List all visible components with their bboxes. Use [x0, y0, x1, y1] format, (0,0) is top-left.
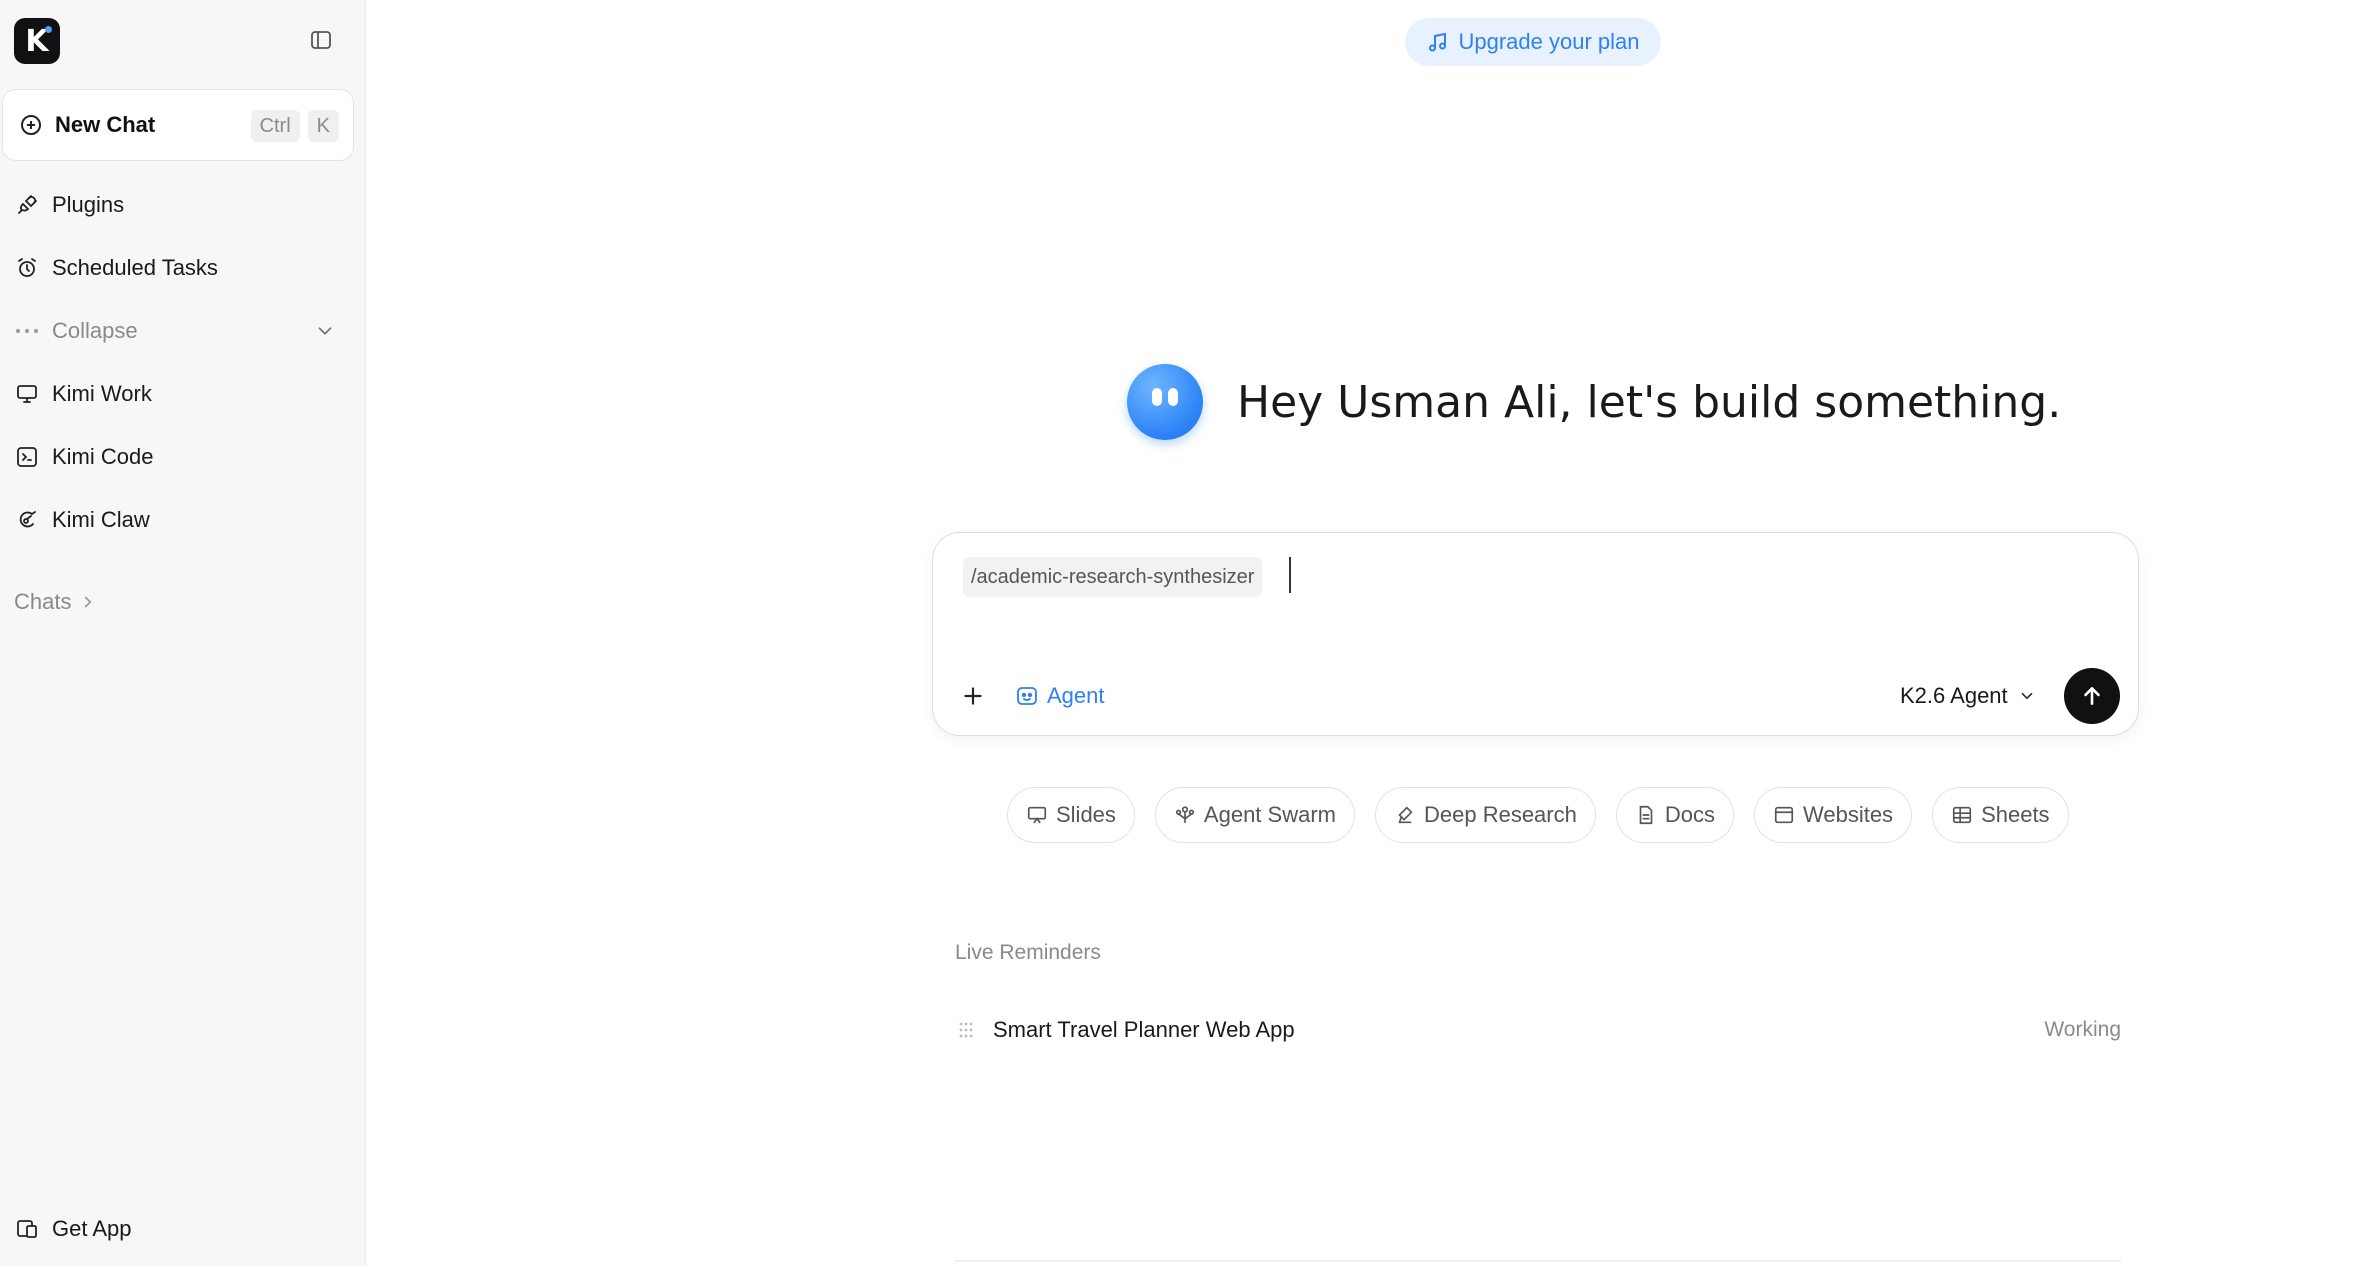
main-content: Upgrade your plan Hey Usman Ali, let's b… — [367, 0, 2376, 1266]
chip-label: Docs — [1664, 802, 1715, 827]
more-dots-icon — [16, 329, 38, 333]
collapse-toggle[interactable]: Collapse — [14, 311, 336, 351]
sidebar-item-label: Scheduled Tasks — [52, 255, 218, 280]
sidebar-toggle-button[interactable] — [306, 25, 336, 55]
claw-icon — [14, 507, 40, 533]
model-label: K2.6 Agent — [1900, 683, 2008, 708]
reminder-title: Smart Travel Planner Web App — [993, 1017, 1295, 1042]
music-note-icon — [1429, 32, 1447, 52]
chip-websites[interactable]: Websites — [1753, 787, 1913, 843]
send-button[interactable] — [2064, 668, 2120, 724]
agent-icon — [1017, 687, 1037, 705]
chevron-down-icon — [2021, 692, 2032, 700]
model-selector[interactable]: K2.6 Agent — [1900, 677, 2036, 715]
chip-label: Websites — [1802, 802, 1894, 827]
reminder-item[interactable]: Smart Travel Planner Web App Working — [955, 1010, 2121, 1050]
alarm-clock-icon — [14, 255, 40, 281]
plus-circle-icon — [21, 115, 41, 135]
sidebar-item-plugins[interactable]: Plugins — [14, 185, 124, 225]
avatar-eye-right — [1168, 388, 1178, 406]
chip-docs[interactable]: Docs — [1615, 787, 1734, 843]
devices-icon — [14, 1216, 40, 1242]
plug-icon — [14, 192, 40, 218]
chip-label: Slides — [1056, 802, 1116, 827]
sidebar: K New Chat Ctrl K Plugins Scheduled Task… — [0, 0, 366, 1266]
live-reminders-heading: Live Reminders — [955, 941, 1101, 964]
chip-slides[interactable]: Slides — [1007, 787, 1135, 843]
sidebar-item-label: Plugins — [52, 192, 125, 217]
get-app-button[interactable]: Get App — [14, 1209, 132, 1249]
drag-handle-icon[interactable] — [955, 1021, 977, 1039]
avatar-eye-left — [1152, 388, 1162, 406]
text-caret — [1289, 557, 1291, 593]
agent-mode-button[interactable]: Agent — [1015, 677, 1105, 715]
new-chat-label: New Chat — [55, 112, 156, 137]
table-icon — [1952, 806, 1972, 824]
arrow-up-icon — [2084, 687, 2100, 705]
chip-label: Sheets — [1981, 802, 2050, 827]
quick-action-chips: Slides Agent Swarm Deep Research Docs We… — [1007, 787, 2069, 843]
sidebar-item-scheduled-tasks[interactable]: Scheduled Tasks — [14, 248, 218, 288]
reminder-status: Working — [2044, 1018, 2121, 1041]
upgrade-label: Upgrade your plan — [1458, 29, 1640, 54]
attach-button[interactable] — [955, 678, 991, 714]
app-window: K New Chat Ctrl K Plugins Scheduled Task… — [0, 0, 2376, 1266]
chats-label: Chats — [14, 589, 72, 614]
greeting-text: Hey Usman Ali, let's build something. — [1237, 376, 2062, 428]
agent-label: Agent — [1047, 683, 1105, 708]
get-app-label: Get App — [52, 1216, 132, 1241]
terminal-icon — [14, 444, 40, 470]
sidebar-panel-icon — [311, 31, 331, 49]
swarm-icon — [1175, 806, 1194, 824]
browser-icon — [1774, 806, 1794, 824]
chip-agent-swarm[interactable]: Agent Swarm — [1154, 787, 1355, 843]
plus-icon — [964, 687, 982, 705]
chats-section-toggle[interactable]: Chats — [14, 584, 97, 620]
shortcut-hint: Ctrl K — [250, 110, 339, 142]
chip-deep-research[interactable]: Deep Research — [1374, 787, 1596, 843]
sidebar-item-label: Kimi Claw — [52, 507, 150, 532]
research-icon — [1398, 806, 1413, 824]
divider — [955, 1260, 2121, 1262]
chat-composer[interactable]: /academic-research-synthesizer Agent K2.… — [932, 532, 2139, 736]
collapse-label: Collapse — [52, 318, 138, 343]
sidebar-item-label: Kimi Work — [52, 381, 152, 406]
chip-sheets[interactable]: Sheets — [1932, 787, 2069, 843]
kimi-logo[interactable]: K — [14, 18, 60, 64]
slides-icon — [1027, 806, 1047, 824]
doc-icon — [1639, 805, 1653, 825]
sidebar-item-kimi-work[interactable]: Kimi Work — [14, 374, 152, 414]
shortcut-key-ctrl: Ctrl — [250, 110, 300, 142]
chip-label: Agent Swarm — [1203, 802, 1336, 827]
sidebar-item-kimi-claw[interactable]: Kimi Claw — [14, 500, 150, 540]
greeting: Hey Usman Ali, let's build something. — [1127, 364, 2061, 440]
sidebar-item-label: Kimi Code — [52, 444, 154, 469]
chip-label: Deep Research — [1423, 802, 1577, 827]
kimi-avatar — [1127, 364, 1203, 440]
new-chat-button[interactable]: New Chat Ctrl K — [2, 89, 354, 161]
shortcut-key-k: K — [307, 110, 339, 142]
sidebar-item-kimi-code[interactable]: Kimi Code — [14, 437, 153, 477]
monitor-icon — [14, 381, 40, 407]
chevron-right-icon — [85, 596, 92, 608]
chevron-down-icon — [318, 327, 332, 336]
command-chip[interactable]: /academic-research-synthesizer — [963, 557, 1263, 597]
logo-dot — [45, 26, 52, 33]
upgrade-plan-button[interactable]: Upgrade your plan — [1405, 18, 1661, 66]
